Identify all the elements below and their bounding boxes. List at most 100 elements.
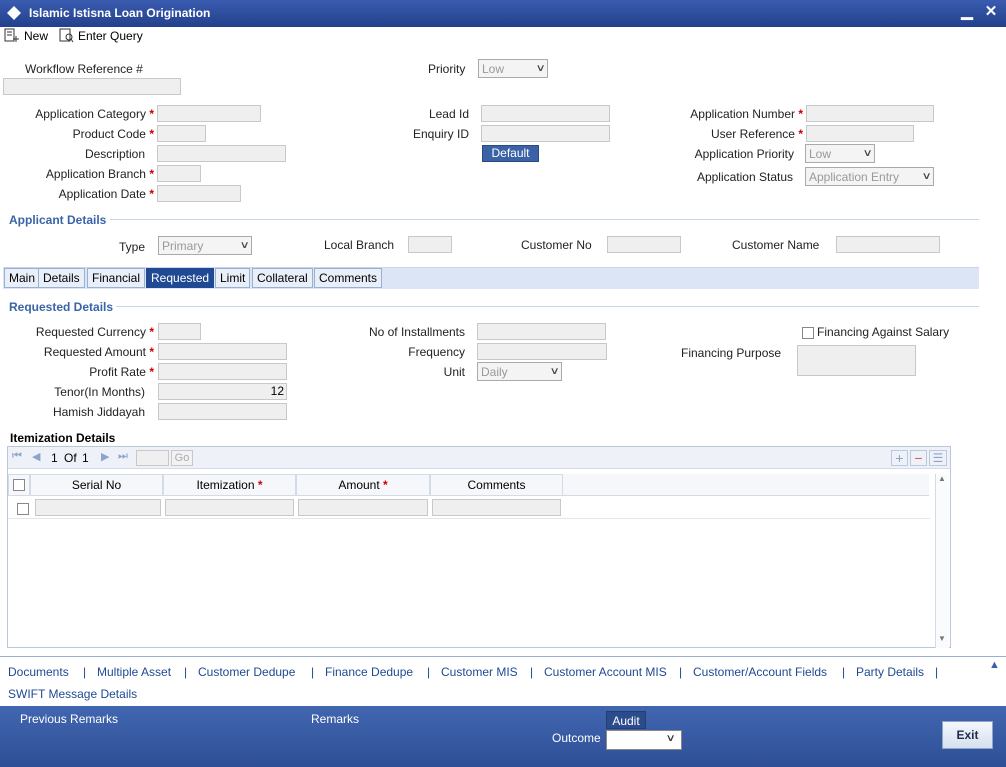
- link-customer-mis[interactable]: Customer MIS: [441, 665, 518, 679]
- application-status-select[interactable]: Application Entry ∨: [805, 167, 934, 186]
- collapse-up-icon[interactable]: ▲: [989, 659, 1000, 671]
- serial-no-cell[interactable]: [35, 499, 161, 516]
- go-button[interactable]: Go: [171, 450, 193, 466]
- workflow-ref-input[interactable]: [3, 78, 181, 95]
- priority-select[interactable]: Low ∨: [478, 59, 548, 78]
- default-button[interactable]: Default: [482, 145, 539, 162]
- application-number-label: Application Number *: [690, 107, 803, 121]
- amount-cell[interactable]: [298, 499, 428, 516]
- user-reference-input[interactable]: [806, 125, 914, 142]
- unit-label: Unit: [443, 365, 465, 379]
- link-documents[interactable]: Documents: [8, 665, 69, 679]
- description-label: Description: [84, 147, 145, 161]
- tab-limit[interactable]: Limit: [215, 268, 251, 288]
- local-branch-input[interactable]: [408, 236, 452, 253]
- application-priority-select[interactable]: Low ∨: [805, 144, 875, 163]
- type-select[interactable]: Primary ∨: [158, 236, 252, 255]
- add-row-icon[interactable]: +: [891, 450, 908, 466]
- description-input[interactable]: [157, 145, 286, 162]
- link-customer-account-fields[interactable]: Customer/Account Fields: [693, 665, 827, 679]
- application-number-input[interactable]: [806, 105, 934, 122]
- installments-input[interactable]: [477, 323, 606, 340]
- page-jump-input[interactable]: [136, 450, 169, 466]
- tab-main[interactable]: Main: [4, 268, 41, 288]
- first-page-icon[interactable]: ⏮: [12, 450, 22, 463]
- application-priority-label: Application Priority: [694, 147, 794, 161]
- bottom-bar: Previous Remarks Remarks Audit Outcome ∨…: [0, 706, 1006, 767]
- hamish-jiddayah-input[interactable]: [158, 403, 287, 420]
- link-finance-dedupe[interactable]: Finance Dedupe: [325, 665, 413, 679]
- link-separator: |: [311, 665, 315, 679]
- product-code-input[interactable]: [157, 125, 206, 142]
- window-titlebar: Islamic Istisna Loan Origination ▁ ✕: [0, 0, 1006, 27]
- select-all-checkbox[interactable]: [13, 479, 25, 491]
- link-multiple-asset[interactable]: Multiple Asset: [97, 665, 171, 679]
- chevron-down-icon: ∨: [549, 366, 560, 377]
- link-separator: |: [83, 665, 87, 679]
- link-swift-message-details[interactable]: SWIFT Message Details: [8, 687, 137, 701]
- close-icon[interactable]: ✕: [982, 3, 1000, 21]
- tab-financial[interactable]: Financial: [87, 268, 146, 288]
- customer-no-input[interactable]: [607, 236, 681, 253]
- link-customer-dedupe[interactable]: Customer Dedupe: [198, 665, 295, 679]
- minimize-icon[interactable]: ▁: [958, 3, 976, 21]
- application-category-label: Application Category *: [35, 107, 154, 121]
- requested-currency-input[interactable]: [158, 323, 201, 340]
- next-page-icon[interactable]: ▶: [101, 450, 109, 463]
- scroll-down-icon[interactable]: ▼: [938, 634, 946, 643]
- enter-query-button[interactable]: Enter Query: [58, 28, 143, 43]
- application-branch-input[interactable]: [157, 165, 201, 182]
- remarks-label[interactable]: Remarks: [311, 712, 359, 726]
- link-separator: |: [679, 665, 683, 679]
- tab-collateral[interactable]: Collateral: [252, 268, 313, 288]
- applicant-details-title: Applicant Details: [9, 213, 107, 227]
- footer-links-bar: Documents | Multiple Asset | Customer De…: [0, 656, 1006, 706]
- previous-remarks-label[interactable]: Previous Remarks: [20, 712, 118, 726]
- new-document-icon: [4, 28, 19, 42]
- single-view-icon[interactable]: ☰: [929, 450, 947, 466]
- tab-comments[interactable]: Comments: [314, 268, 383, 288]
- prev-page-icon[interactable]: ◀: [32, 450, 40, 463]
- application-category-input[interactable]: [157, 105, 261, 122]
- outcome-select[interactable]: ∨: [606, 730, 682, 750]
- col-amount: Amount *: [296, 474, 430, 496]
- lead-id-input[interactable]: [481, 105, 610, 122]
- delete-row-icon[interactable]: −: [910, 450, 927, 466]
- requested-amount-input[interactable]: [158, 343, 287, 360]
- tab-requested[interactable]: Requested: [146, 268, 215, 288]
- enter-query-label: Enter Query: [78, 28, 143, 43]
- financing-salary-label: Financing Against Salary: [817, 325, 950, 339]
- new-button-label: New: [24, 28, 49, 43]
- last-page-icon[interactable]: ⏭: [118, 450, 128, 463]
- tenor-input[interactable]: 12: [158, 383, 287, 400]
- financing-purpose-textarea[interactable]: [797, 345, 916, 376]
- itemization-title: Itemization Details: [10, 431, 116, 445]
- customer-name-input[interactable]: [836, 236, 940, 253]
- financing-salary-checkbox[interactable]: [802, 327, 814, 339]
- exit-button[interactable]: Exit: [942, 721, 993, 749]
- grid-scrollbar[interactable]: ▲ ▼: [935, 474, 949, 648]
- scroll-up-icon[interactable]: ▲: [938, 474, 946, 483]
- frequency-input[interactable]: [477, 343, 607, 360]
- link-separator: |: [530, 665, 534, 679]
- comments-cell[interactable]: [432, 499, 561, 516]
- application-date-input[interactable]: [157, 185, 241, 202]
- section-divider: [116, 306, 979, 307]
- priority-value: Low: [482, 61, 505, 76]
- itemization-cell[interactable]: [165, 499, 294, 516]
- chevron-down-icon: ∨: [665, 733, 676, 744]
- link-party-details[interactable]: Party Details: [856, 665, 924, 679]
- row-checkbox[interactable]: [17, 503, 29, 515]
- audit-button[interactable]: Audit: [606, 711, 646, 729]
- profit-rate-input[interactable]: [158, 363, 287, 380]
- unit-select[interactable]: Daily ∨: [477, 362, 562, 381]
- link-customer-account-mis[interactable]: Customer Account MIS: [544, 665, 667, 679]
- toolbar: New Enter Query: [0, 27, 1006, 47]
- grid-toolbar: ⏮ ◀ 1 Of 1 ▶ ⏭ Go + − ☰: [8, 447, 950, 469]
- tab-details[interactable]: Details: [38, 268, 85, 288]
- requested-currency-label: Requested Currency *: [35, 325, 154, 339]
- enquiry-id-input[interactable]: [481, 125, 610, 142]
- col-comments: Comments: [430, 474, 563, 496]
- page-current: 1: [51, 451, 58, 465]
- new-button[interactable]: New: [4, 28, 48, 43]
